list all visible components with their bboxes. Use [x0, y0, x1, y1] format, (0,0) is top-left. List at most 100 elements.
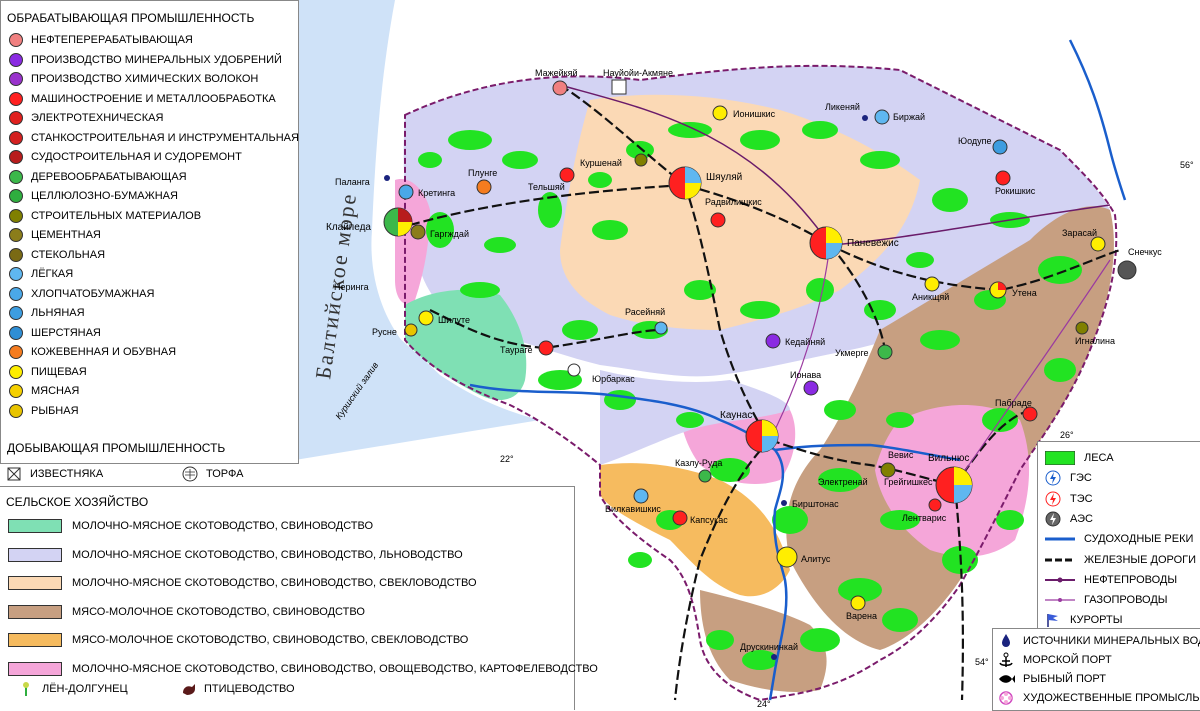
city-label-pabrade: Пабраде — [995, 398, 1032, 408]
industry-legend-label: НЕФТЕПЕРЕРАБАТЫВАЮЩАЯ — [31, 34, 193, 46]
city-label-likenai: Ликеняй — [825, 102, 860, 112]
city-label-zarasai: Зарасай — [1062, 228, 1097, 238]
food-icon — [9, 364, 23, 379]
map-legend-item: ХУДОЖЕСТВЕННЫЕ ПРОМЫСЛЫ — [997, 690, 1200, 706]
meat-icon — [9, 384, 23, 398]
industry-legend-label: ХЛОПЧАТОБУМАЖНАЯ — [31, 287, 155, 300]
map-legend-label: ХУДОЖЕСТВЕННЫЕ ПРОМЫСЛЫ — [1023, 692, 1200, 704]
industry-legend-item: ЭЛЕКТРОТЕХНИЧЕСКАЯ — [9, 111, 163, 125]
mining-items: ИЗВЕСТНЯКА ТОРФА — [0, 462, 297, 486]
industry-legend-label: ЦЕМЕНТНАЯ — [31, 229, 101, 241]
agriculture-zone-label: МОЛОЧНО-МЯСНОЕ СКОТОВОДСТВО, СВИНОВОДСТВ… — [72, 577, 477, 589]
glass-icon — [9, 247, 23, 262]
map-legend-label: СУДОХОДНЫЕ РЕКИ — [1084, 533, 1194, 546]
city-label-vilkaviskis: Вилкавишкис — [605, 504, 661, 514]
agriculture-zone-item: МОЛОЧНО-МЯСНОЕ СКОТОВОДСТВО, СВИНОВОДСТВ… — [8, 547, 463, 562]
agriculture-zone-swatch — [8, 633, 62, 647]
agriculture-zone-swatch — [8, 519, 62, 533]
city-label-sneckus: Снечкус — [1128, 247, 1162, 257]
map-legend-item: ГАЗОПРОВОДЫ — [1044, 592, 1168, 608]
lon-22-label: 22° — [500, 454, 514, 464]
map-legend-item: АЭС — [1044, 511, 1093, 527]
city-label-birzai: Биржай — [893, 112, 925, 122]
city-label-vevis: Вевис — [888, 450, 914, 460]
gas-pipeline-icon — [1044, 592, 1076, 608]
industry-legend-label: РЫБНАЯ — [31, 404, 79, 417]
city-label-klaipeda: Клайпеда — [326, 222, 371, 233]
map-legend-label: АЭС — [1070, 512, 1093, 525]
cement-icon — [9, 228, 23, 242]
agriculture-zone-swatch — [8, 661, 62, 676]
lon-26-label: 26° — [1060, 430, 1074, 440]
city-label-kretinga: Кретинга — [418, 188, 455, 198]
city-label-mazeikiai: Мажейкяй — [535, 68, 578, 78]
mining-peat-label: ТОРФА — [206, 468, 244, 480]
anchor-icon — [997, 652, 1015, 668]
lon-24-label: 24° — [757, 699, 771, 709]
map-legend-item: РЫБНЫЙ ПОРТ — [997, 671, 1106, 687]
agriculture-zone-label: МОЛОЧНО-МЯСНОЕ СКОТОВОДСТВО, СВИНОВОДСТВ… — [72, 662, 598, 675]
map-legend-label: ГЭС — [1070, 472, 1092, 485]
legend-industry: ОБРАБАТЫВАЮЩАЯ ПРОМЫШЛЕННОСТЬ НЕФТЕПЕРЕР… — [0, 0, 299, 464]
city-label-rusne: Русне — [372, 327, 397, 337]
map-legend-label: МОРСКОЙ ПОРТ — [1023, 654, 1112, 666]
city-label-taurage: Таураге — [500, 345, 533, 355]
leather-shoe-icon — [9, 345, 23, 359]
industry-legend-item: ХЛОПЧАТОБУМАЖНАЯ — [9, 286, 155, 301]
industry-legend-item: РЫБНАЯ — [9, 403, 79, 418]
industry-legend-item: СТАНКОСТРОИТЕЛЬНАЯ И ИНСТРУМЕНТАЛЬНАЯ — [9, 130, 299, 145]
map-legend-item: НЕФТЕПРОВОДЫ — [1044, 572, 1177, 588]
oil-pipeline-icon — [1044, 572, 1076, 588]
agriculture-zone-label: МОЛОЧНО-МЯСНОЕ СКОТОВОДСТВО, СВИНОВОДСТВ… — [72, 520, 374, 532]
woodworking-icon — [9, 169, 23, 184]
city-label-kursenai: Куршенай — [580, 158, 622, 168]
nuclear-plant-icon — [1044, 511, 1062, 527]
industry-legend-label: ЛЁГКАЯ — [31, 268, 74, 280]
city-label-lentvaris: Лентварис — [902, 513, 947, 523]
mining-limestone: ИЗВЕСТНЯКА — [6, 466, 103, 482]
industry-legend-label: ЭЛЕКТРОТЕХНИЧЕСКАЯ — [31, 112, 164, 124]
electrotechnical-icon — [9, 111, 23, 125]
industry-legend-item: ШЕРСТЯНАЯ — [9, 325, 101, 340]
city-label-juodupe: Юодупе — [958, 136, 992, 146]
city-label-vilnius: Вильнюс — [928, 453, 969, 464]
agriculture-zone-label: МОЛОЧНО-МЯСНОЕ СКОТОВОДСТВО, СВИНОВОДСТВ… — [72, 548, 463, 561]
agriculture-zone-item: МОЛОЧНО-МЯСНОЕ СКОТОВОДСТВО, СВИНОВОДСТВ… — [8, 576, 477, 590]
railway-icon — [1044, 552, 1076, 568]
industry-legend-item: ПРОИЗВОДСТВО ХИМИЧЕСКИХ ВОЛОКОН — [9, 72, 258, 86]
industry-legend-item: ПРОИЗВОДСТВО МИНЕРАЛЬНЫХ УДОБРЕНИЙ — [9, 52, 282, 67]
map-legend-item: СУДОХОДНЫЕ РЕКИ — [1044, 531, 1193, 547]
mineral-spring-icon — [997, 633, 1015, 649]
city-label-plunge: Плунге — [468, 168, 497, 178]
forest-swatch-icon — [1044, 450, 1076, 466]
city-label-jonava: Ионава — [790, 370, 821, 380]
resort-flag-icon — [1044, 612, 1062, 628]
city-label-radviliskis: Радвилишкис — [705, 197, 762, 207]
industry-legend-label: СТРОИТЕЛЬНЫХ МАТЕРИАЛОВ — [31, 209, 202, 222]
industry-legend-item: ЛЬНЯНАЯ — [9, 306, 85, 320]
map-legend-label: ЖЕЛЕЗНЫЕ ДОРОГИ — [1084, 553, 1197, 566]
fish-port-icon — [997, 671, 1015, 687]
city-label-greigiskes: Грейгишкес — [884, 477, 933, 487]
city-label-gargzdai: Гаргждай — [430, 229, 469, 239]
agriculture-zone-item: МЯСО-МОЛОЧНОЕ СКОТОВОДСТВО, СВИНОВОДСТВО — [8, 604, 365, 619]
industry-legend-label: СТАНКОСТРОИТЕЛЬНАЯ И ИНСТРУМЕНТАЛЬНАЯ — [31, 131, 299, 144]
poultry-icon — [180, 681, 196, 697]
city-label-elektrenai: Электренай — [818, 477, 868, 487]
city-label-jurbarkas: Юрбаркас — [592, 374, 635, 384]
city-label-neringa: Неринга — [334, 282, 369, 292]
agriculture-title: СЕЛЬСКОЕ ХОЗЯЙСТВО — [6, 495, 149, 509]
industry-legend-item: НЕФТЕПЕРЕРАБАТЫВАЮЩАЯ — [9, 33, 193, 47]
industry-legend-item: СТРОИТЕЛЬНЫХ МАТЕРИАЛОВ — [9, 208, 202, 223]
city-label-kazlu-ruda: Казлу-Руда — [675, 458, 722, 468]
peat-icon — [182, 466, 198, 482]
industry-legend-item: ЛЁГКАЯ — [9, 267, 73, 281]
construction-materials-icon — [9, 208, 23, 223]
industry-legend-item: СУДОСТРОИТЕЛЬНАЯ И СУДОРЕМОНТ — [9, 150, 242, 164]
city-label-palanga: Паланга — [335, 177, 370, 187]
city-label-druskininkai: Друскининкай — [740, 642, 798, 652]
city-label-birstonas: Бирштонас — [792, 499, 839, 509]
chemical-fiber-icon — [9, 72, 23, 86]
map-legend-item: ЖЕЛЕЗНЫЕ ДОРОГИ — [1044, 552, 1196, 568]
city-label-silute: Шилуте — [438, 315, 470, 325]
